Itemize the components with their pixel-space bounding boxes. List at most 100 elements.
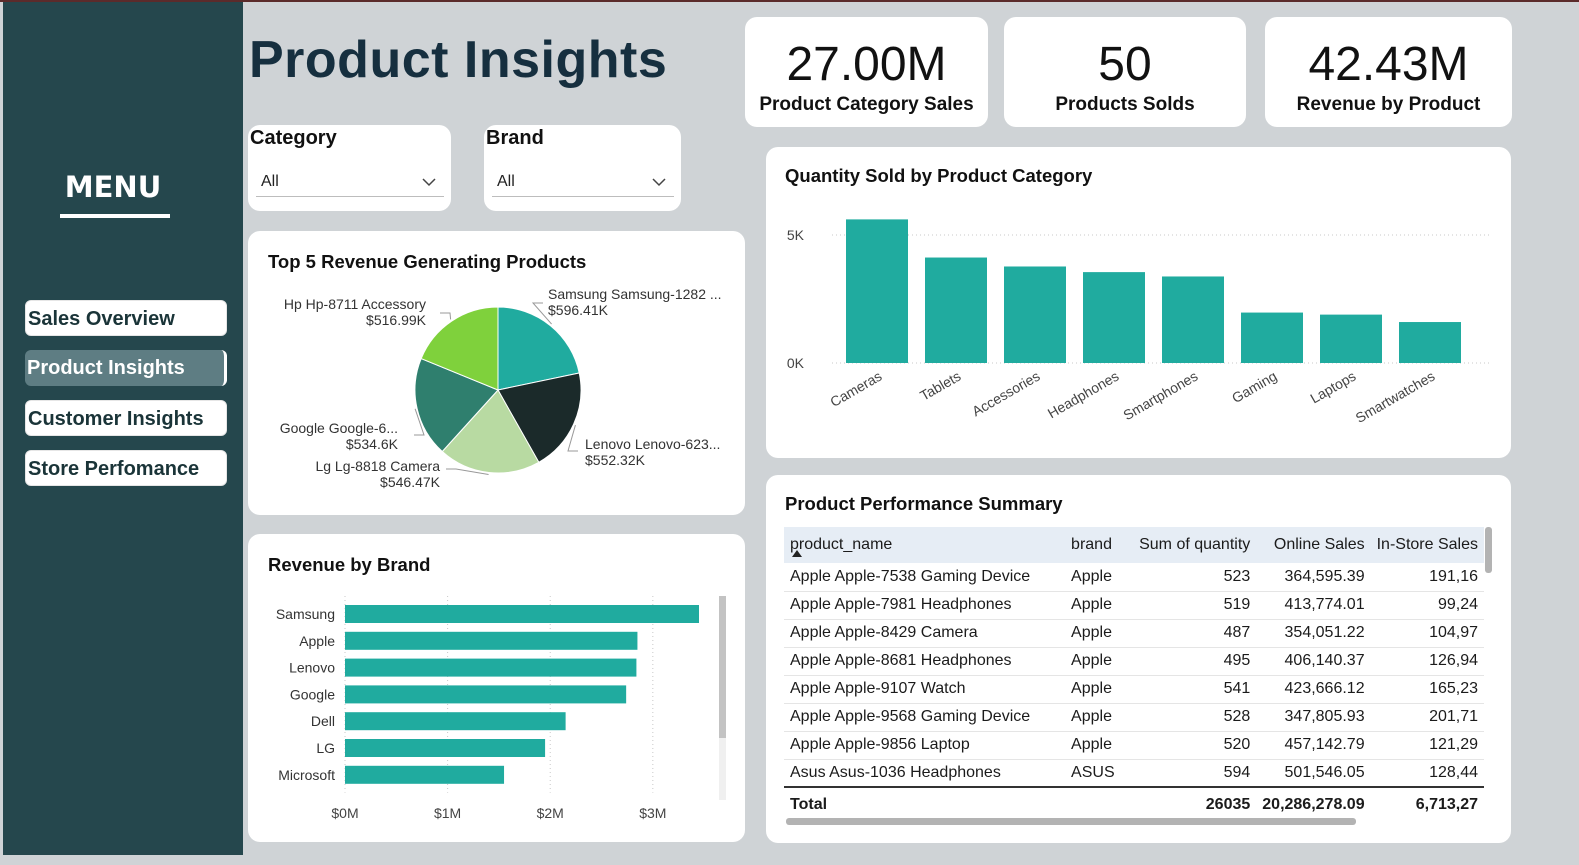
table-cell: 104,97 [1370, 619, 1484, 648]
col-header-instore-sales[interactable]: In-Store Sales [1371, 527, 1484, 563]
x-tick-label: Smartphones [1120, 368, 1200, 423]
table-cell: 347,805.93 [1256, 703, 1371, 732]
nav-sales-overview-button[interactable]: Sales Overview [25, 300, 227, 336]
brand-dropdown[interactable]: All [492, 167, 674, 197]
product-summary-card: Product Performance Summary product_name… [766, 475, 1511, 843]
nav-product-insights-button[interactable]: Product Insights [25, 350, 227, 386]
table-cell: Apple Apple-7538 Gaming Device [784, 563, 1066, 592]
brand-bar [345, 739, 546, 757]
sidebar: MENU Sales Overview Product Insights Cus… [3, 2, 243, 855]
table-cell: Apple [1065, 731, 1129, 760]
table-cell: 501,546.05 [1256, 759, 1371, 788]
y-tick-label: Google [290, 686, 335, 702]
table-row[interactable]: Apple Apple-8429 Camera Apple 487 354,051.2… [784, 619, 1484, 648]
x-tick-label: Tablets [917, 368, 963, 404]
col-header-online-sales[interactable]: Online Sales [1256, 527, 1370, 563]
table-cell: Apple [1065, 675, 1129, 704]
table-row[interactable]: Apple Apple-9107 Watch Apple 541 423,666.12… [784, 675, 1484, 704]
table-row[interactable]: Apple Apple-9856 Laptop Apple 520 457,142.7… [784, 731, 1484, 760]
table-cell: 457,142.79 [1256, 731, 1371, 760]
table-viewport[interactable]: product_name brand Sum of quantity Onlin… [784, 527, 1484, 827]
category-bar [1241, 312, 1303, 363]
x-tick-label: $2M [537, 805, 564, 821]
menu-title: MENU [64, 170, 162, 204]
table-cell: 495 [1128, 647, 1257, 676]
table-cell: 201,71 [1370, 703, 1484, 732]
category-bar [846, 219, 908, 363]
sort-ascending-icon [792, 550, 802, 557]
brand-bar [345, 658, 637, 677]
table-cell: 528 [1128, 703, 1257, 732]
table-cell: Asus Asus-1036 Headphones [784, 759, 1066, 788]
category-bar [1320, 314, 1382, 363]
quantity-by-category-card: Quantity Sold by Product Category 0K 5K Ca… [766, 147, 1511, 458]
table-cell: 487 [1128, 619, 1257, 648]
table-cell: 594 [1128, 759, 1257, 788]
table-cell: 128,44 [1370, 759, 1484, 788]
chevron-down-icon [422, 178, 436, 187]
table-cell: 541 [1128, 675, 1257, 704]
pie-slice-value: $546.47K [380, 474, 441, 490]
y-tick-label: Samsung [276, 606, 335, 622]
brand-bar [345, 631, 638, 650]
chevron-down-icon [652, 178, 666, 187]
table-row[interactable]: Apple Apple-8681 Headphones Apple 495 406,1… [784, 647, 1484, 676]
table-cell: Apple Apple-8429 Camera [784, 619, 1066, 648]
pie-slice-label: Lenovo Lenovo-623... [585, 436, 720, 452]
pie-slice-label: Samsung Samsung-1282 ... [548, 286, 722, 302]
table-vertical-scrollbar[interactable] [1485, 527, 1492, 573]
category-dropdown[interactable]: All [256, 167, 444, 197]
kpi-card-products-sold: 50 Products Solds [1004, 17, 1246, 127]
table-cell: 364,595.39 [1256, 563, 1371, 592]
top5-products-card: Top 5 Revenue Generating Products Samsun… [248, 231, 745, 515]
brand-bar [345, 765, 505, 784]
revenue-by-brand-card: Revenue by Brand $0M $1M $2M $3M Samsung Appl… [248, 534, 745, 842]
total-cell: 20,286,278.09 [1256, 786, 1371, 821]
table-cell: Apple Apple-9856 Laptop [784, 731, 1066, 760]
table-horizontal-scrollbar[interactable] [786, 818, 1356, 825]
x-tick-label: Smartwatches [1353, 368, 1438, 426]
table-cell: Apple [1065, 619, 1129, 648]
table-cell: 121,29 [1370, 731, 1484, 760]
x-tick-label: $1M [434, 805, 461, 821]
y-tick-label: Microsoft [278, 767, 335, 783]
pie-leader-line [440, 312, 452, 320]
table-row[interactable]: Asus Asus-1036 Headphones ASUS 594 501,546.… [784, 759, 1484, 788]
brand-bar [345, 605, 699, 623]
col-header-product-name[interactable]: product_name [784, 527, 1065, 563]
menu-underline [60, 214, 170, 218]
table-cell: ASUS [1065, 759, 1129, 788]
page-title: Product Insights [249, 31, 668, 89]
table-header-row: product_name brand Sum of quantity Onlin… [784, 527, 1484, 563]
table-cell: Apple [1065, 647, 1129, 676]
pie-chart: Samsung Samsung-1282 ...$596.41K Lenovo L… [280, 286, 722, 490]
kpi-value: 27.00M [786, 38, 947, 91]
col-header-brand[interactable]: brand [1065, 527, 1128, 563]
kpi-value: 42.43M [1308, 38, 1469, 91]
nav-store-performance-button[interactable]: Store Perfomance [25, 450, 227, 486]
table-cell: Apple [1065, 563, 1129, 592]
brand-slicer: Brand All [484, 125, 681, 211]
nav-customer-insights-button[interactable]: Customer Insights [25, 400, 227, 436]
table-title: Product Performance Summary [785, 493, 1063, 514]
table-row[interactable]: Apple Apple-9568 Gaming Device Apple 528 34… [784, 703, 1484, 732]
brand-slicer-title: Brand [486, 127, 544, 149]
total-cell [1065, 786, 1129, 821]
kpi-card-category-sales: 27.00M Product Category Sales [745, 17, 988, 127]
table-row[interactable]: Apple Apple-7981 Headphones Apple 519 413,7… [784, 591, 1484, 620]
col-header-quantity[interactable]: Sum of quantity [1128, 527, 1256, 563]
table-cell: 519 [1128, 591, 1257, 620]
brand-bar-chart: $0M $1M $2M $3M Samsung Apple Lenovo Google Dell… [276, 596, 726, 821]
total-cell: 6,713,27 [1370, 786, 1484, 821]
table-row[interactable]: Apple Apple-7538 Gaming Device Apple 523 36… [784, 563, 1484, 592]
pie-slice-value: $516.99K [366, 312, 427, 328]
table-cell: Apple Apple-9568 Gaming Device [784, 703, 1066, 732]
table-cell: 354,051.22 [1256, 619, 1371, 648]
y-tick-label: Dell [311, 713, 335, 729]
y-tick-label: 5K [787, 227, 805, 243]
table-cell: 423,666.12 [1256, 675, 1371, 704]
table-cell: 191,16 [1370, 563, 1484, 592]
table-cell: Apple Apple-7981 Headphones [784, 591, 1066, 620]
total-cell: 26035 [1128, 786, 1257, 821]
category-bar [1004, 266, 1066, 363]
